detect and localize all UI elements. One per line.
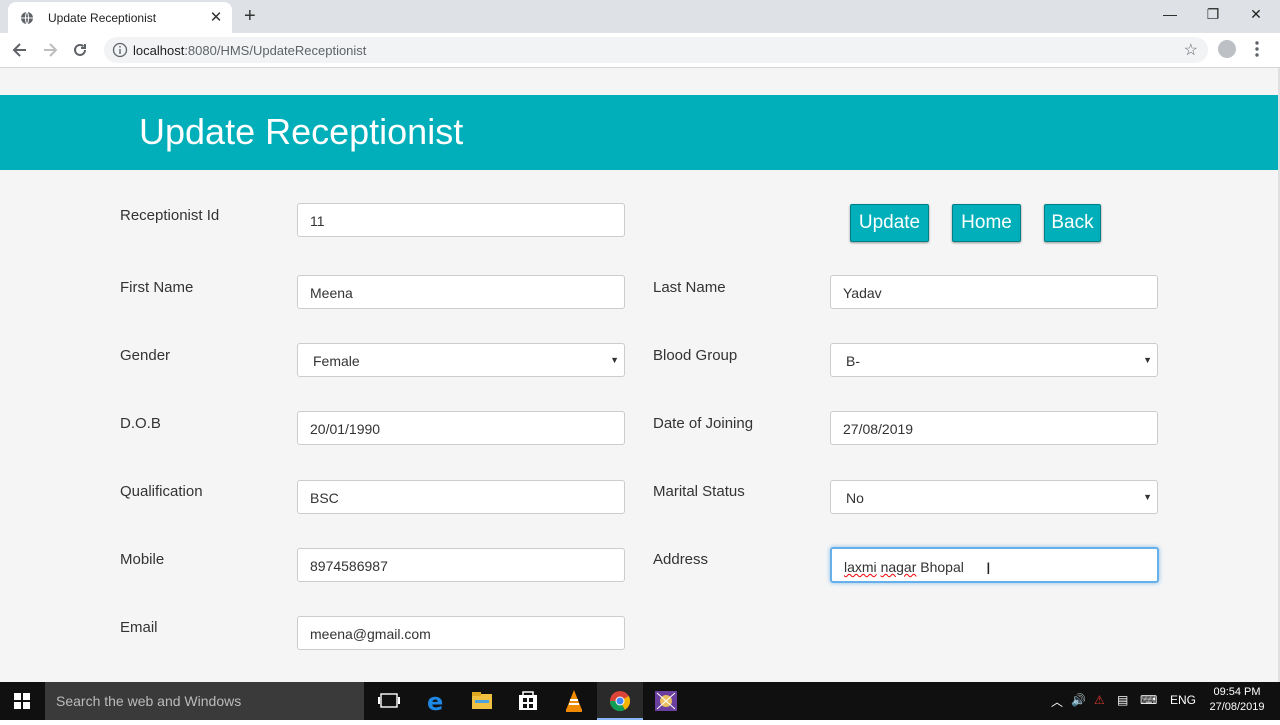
app-icon[interactable] — [643, 682, 689, 720]
gender-select[interactable]: Female ▼ — [297, 343, 625, 377]
qualification-label: Qualification — [120, 483, 203, 500]
marital-status-label: Marital Status — [653, 483, 745, 500]
url-text: localhost:8080/HMS/UpdateReceptionist — [133, 43, 366, 58]
date-of-joining-value: 27/08/2019 — [843, 421, 914, 437]
taskbar-clock[interactable]: 09:54 PM 27/08/2019 — [1204, 685, 1270, 715]
date-of-joining-input[interactable]: 27/08/2019 — [830, 411, 1158, 445]
windows-start-icon[interactable] — [14, 693, 30, 709]
date-of-joining-label: Date of Joining — [653, 415, 754, 432]
svg-text:e: e — [427, 688, 443, 716]
home-button[interactable]: Home — [952, 204, 1021, 242]
taskbar-search-box[interactable]: Search the web and Windows — [45, 682, 364, 720]
dob-value: 20/01/1990 — [310, 421, 381, 437]
address-label: Address — [653, 551, 709, 568]
windows-taskbar: Search the web and Windows e ︿ 🔊 ⚠ ▤ ⌨ E… — [0, 682, 1280, 720]
marital-status-value: No — [846, 490, 864, 506]
dropdown-arrow-icon: ▼ — [1143, 492, 1152, 502]
url-path: :8080/HMS/UpdateReceptionist — [184, 43, 367, 58]
edge-browser-icon[interactable]: e — [413, 682, 459, 720]
last-name-label: Last Name — [653, 279, 726, 296]
language-indicator[interactable]: ENG — [1170, 693, 1196, 707]
tray-chevron-up-icon[interactable]: ︿ — [1051, 693, 1063, 710]
email-value: meena@gmail.com — [310, 626, 431, 642]
task-view-icon[interactable] — [366, 682, 412, 720]
address-input[interactable]: laxmi nagar Bhopal — [830, 547, 1159, 583]
store-icon[interactable] — [505, 682, 551, 720]
gender-label: Gender — [120, 347, 171, 364]
first-name-input[interactable]: Meena — [297, 275, 625, 309]
address-word-3: Bhopal — [920, 559, 964, 575]
file-explorer-icon[interactable] — [459, 682, 505, 720]
info-icon[interactable] — [112, 42, 128, 58]
mobile-input[interactable]: 8974586987 — [297, 548, 625, 582]
tab-close-icon[interactable]: ✕ — [208, 8, 224, 26]
browser-tabbar: Update Receptionist ✕ + — ❐ ✕ — [0, 0, 1280, 33]
blood-group-label: Blood Group — [653, 347, 738, 364]
marital-status-select[interactable]: No ▼ — [830, 480, 1158, 514]
new-tab-button[interactable]: + — [244, 5, 256, 28]
action-center-icon[interactable]: ▤ — [1117, 693, 1128, 707]
receptionist-id-value: 11 — [310, 213, 325, 229]
blood-group-select[interactable]: B- ▼ — [830, 343, 1158, 377]
globe-icon — [21, 11, 33, 25]
address-word-2: nagar — [880, 559, 917, 575]
mobile-label: Mobile — [120, 551, 165, 568]
minimize-icon[interactable]: — — [1160, 6, 1180, 22]
qualification-input[interactable]: BSC — [297, 480, 625, 514]
tab-title: Update Receptionist — [48, 11, 157, 25]
volume-icon[interactable]: 🔊 — [1071, 693, 1086, 707]
mobile-value: 8974586987 — [310, 558, 388, 574]
clock-date: 27/08/2019 — [1209, 701, 1265, 713]
address-word-1: laxmi — [844, 559, 877, 575]
reload-icon[interactable] — [70, 40, 90, 60]
dob-label: D.O.B — [120, 415, 161, 432]
restore-icon[interactable]: ❐ — [1203, 6, 1223, 23]
blood-group-value: B- — [846, 353, 860, 369]
update-button[interactable]: Update — [850, 204, 929, 242]
vlc-icon[interactable] — [551, 682, 597, 720]
browser-toolbar: localhost:8080/HMS/UpdateReceptionist ☆ — [0, 33, 1280, 68]
dropdown-arrow-icon: ▼ — [610, 355, 619, 365]
taskbar-search-placeholder: Search the web and Windows — [56, 693, 242, 709]
page-content: Update Receptionist Receptionist Id 11 U… — [0, 68, 1278, 682]
more-menu-icon[interactable] — [1252, 40, 1262, 58]
gender-value: Female — [313, 353, 360, 369]
page-header: Update Receptionist — [0, 95, 1278, 170]
address-bar[interactable]: localhost:8080/HMS/UpdateReceptionist ☆ — [104, 37, 1208, 63]
bookmark-star-icon[interactable]: ☆ — [1184, 40, 1198, 60]
text-cursor-icon: I — [986, 559, 991, 578]
clock-time: 09:54 PM — [1213, 686, 1261, 698]
dob-input[interactable]: 20/01/1990 — [297, 411, 625, 445]
address-value: laxmi nagar Bhopal — [844, 559, 964, 575]
forward-arrow-icon[interactable] — [40, 40, 60, 60]
network-warning-icon[interactable]: ⚠ — [1094, 693, 1105, 707]
window-close-icon[interactable]: ✕ — [1246, 6, 1266, 23]
back-arrow-icon[interactable] — [10, 40, 30, 60]
back-button[interactable]: Back — [1044, 204, 1101, 242]
qualification-value: BSC — [310, 490, 339, 506]
page-title: Update Receptionist — [139, 111, 464, 152]
receptionist-id-input[interactable]: 11 — [297, 203, 625, 237]
receptionist-id-label: Receptionist Id — [120, 207, 220, 224]
last-name-input[interactable]: Yadav — [830, 275, 1158, 309]
first-name-value: Meena — [310, 285, 353, 301]
profile-avatar-icon[interactable] — [1218, 40, 1236, 58]
dropdown-arrow-icon: ▼ — [1143, 355, 1152, 365]
browser-tab[interactable]: Update Receptionist ✕ — [8, 2, 232, 33]
last-name-value: Yadav — [843, 285, 882, 301]
email-label: Email — [120, 619, 158, 636]
chrome-icon[interactable] — [597, 682, 643, 720]
first-name-label: First Name — [120, 279, 194, 296]
keyboard-icon[interactable]: ⌨ — [1140, 693, 1157, 707]
email-input[interactable]: meena@gmail.com — [297, 616, 625, 650]
url-host: localhost — [133, 43, 185, 58]
